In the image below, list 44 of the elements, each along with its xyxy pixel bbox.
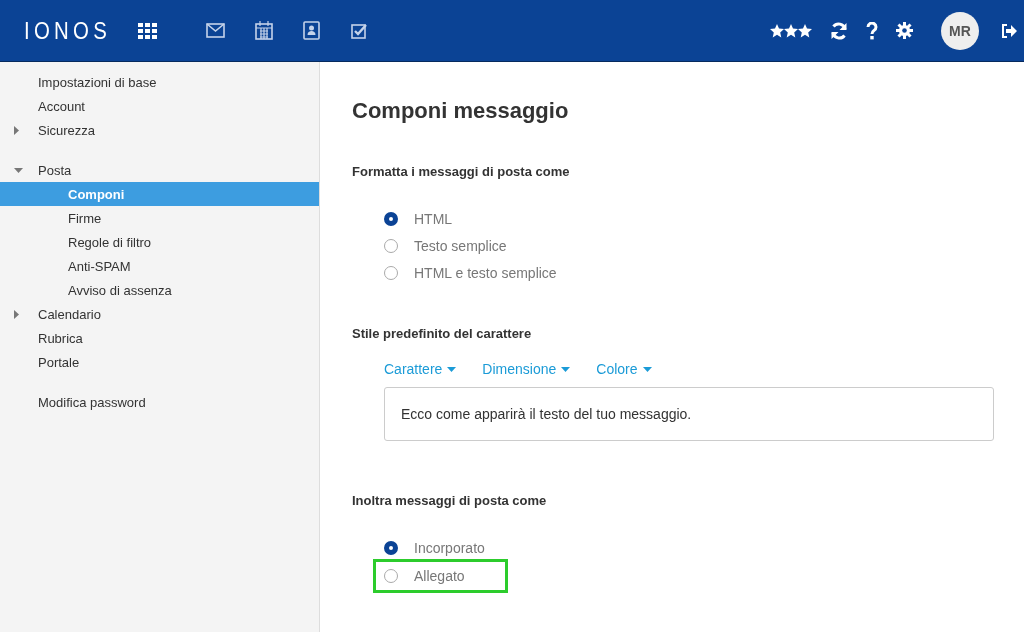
- radio-label[interactable]: Incorporato: [414, 539, 485, 556]
- avatar[interactable]: MR: [941, 11, 979, 50]
- exit-icon[interactable]: [1001, 23, 1018, 38]
- calendar-icon[interactable]: [255, 21, 274, 40]
- preview-box: Ecco come apparirà il testo del tuo messaggio.: [384, 387, 994, 441]
- caret-icon[interactable]: [14, 167, 23, 173]
- sidebar-item[interactable]: Modifica password: [0, 390, 319, 414]
- sidebar-item[interactable]: Anti-SPAM: [0, 254, 319, 278]
- sidebar-item[interactable]: Account: [0, 94, 319, 118]
- sidebar-item[interactable]: Regole di filtro: [0, 230, 319, 254]
- radio-button[interactable]: [384, 265, 398, 280]
- caret-icon[interactable]: [14, 309, 19, 319]
- caret-icon[interactable]: [14, 125, 19, 135]
- sidebar-item[interactable]: Sicurezza: [0, 118, 319, 142]
- radio-label[interactable]: HTML e testo semplice: [414, 264, 557, 281]
- radio-label[interactable]: HTML: [414, 210, 453, 227]
- sidebar-item[interactable]: Rubrica: [0, 326, 319, 350]
- radio-button[interactable]: [384, 540, 398, 555]
- sidebar-item[interactable]: Avviso di assenza: [0, 278, 319, 302]
- radio-button[interactable]: [384, 238, 398, 253]
- mail-icon[interactable]: [206, 23, 226, 38]
- sidebar-item[interactable]: Firme: [0, 206, 319, 230]
- section-label: Inoltra messaggi di posta come: [352, 493, 548, 508]
- sidebar-item[interactable]: Portale: [0, 350, 319, 374]
- grid-icon[interactable]: [138, 22, 159, 39]
- radio-label[interactable]: Allegato: [414, 568, 465, 584]
- sidebar-item[interactable]: Impostazioni di base: [0, 70, 319, 94]
- sidebar-item[interactable]: Posta: [0, 158, 319, 182]
- caret-icon[interactable]: [642, 366, 652, 372]
- refresh-icon[interactable]: [830, 21, 848, 40]
- sidebar-item[interactable]: Calendario: [0, 302, 319, 326]
- settings-icon[interactable]: [896, 22, 913, 39]
- section-label: Formatta i messaggi di posta come: [352, 164, 571, 179]
- caret-icon[interactable]: [561, 366, 571, 372]
- caret-icon[interactable]: [447, 366, 457, 372]
- section-label: Stile predefinito del carattere: [352, 326, 533, 341]
- checkbox-icon[interactable]: [351, 22, 370, 39]
- radio-label[interactable]: Testo semplice: [414, 237, 507, 254]
- contact-book-icon[interactable]: [303, 21, 322, 40]
- radio-button[interactable]: [384, 211, 398, 226]
- page-title: Componi messaggio: [352, 98, 570, 124]
- logo[interactable]: IONOS: [24, 16, 111, 45]
- help-icon[interactable]: [866, 21, 878, 40]
- radio-button[interactable]: [384, 569, 398, 583]
